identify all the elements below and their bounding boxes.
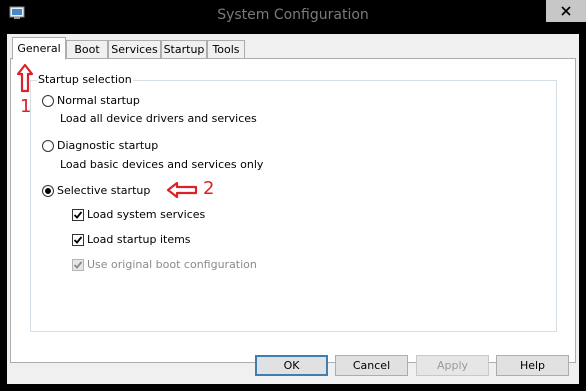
selective-startup-label: Selective startup [57,184,151,197]
diagnostic-startup-description: Load basic devices and services only [60,158,264,171]
system-configuration-window: System Configuration General Boot Servic… [0,0,586,391]
radio-button-selected[interactable] [42,184,54,197]
radio-button[interactable] [42,94,54,107]
tab-label: Startup [163,43,205,56]
load-system-services-label: Load system services [87,208,206,221]
selective-startup-radio[interactable]: Selective startup [42,184,150,197]
radio-button[interactable] [42,139,54,152]
ok-button[interactable]: OK [255,355,328,376]
apply-button-label: Apply [436,359,469,372]
arrow-up-icon [16,63,34,93]
diagnostic-startup-label: Diagnostic startup [57,139,159,152]
checkbox[interactable] [72,208,84,221]
normal-startup-description: Load all device drivers and services [60,112,257,125]
cancel-button-label: Cancel [352,359,391,372]
tab-boot[interactable]: Boot [66,40,108,58]
help-button-label: Help [519,359,546,372]
apply-button: Apply [416,355,489,376]
tab-general[interactable]: General [12,37,66,60]
window-title: System Configuration [217,7,369,23]
normal-startup-radio[interactable]: Normal startup [42,94,140,107]
use-original-boot-configuration-checkbox: Use original boot configuration [72,258,257,271]
cancel-button[interactable]: Cancel [335,355,408,376]
load-system-services-checkbox[interactable]: Load system services [72,208,205,221]
tab-startup[interactable]: Startup [161,40,207,58]
annotation-marker-2: 2 [203,178,215,199]
checkmark-icon [73,210,83,219]
checkbox-disabled [72,258,84,271]
arrow-left-icon [166,181,198,199]
checkbox[interactable] [72,233,84,246]
load-startup-items-checkbox[interactable]: Load startup items [72,233,191,246]
help-button[interactable]: Help [496,355,569,376]
annotation-marker-1: 1 [20,96,32,117]
tab-label: Boot [74,43,100,56]
startup-selection-legend: Startup selection [37,73,133,86]
title-bar[interactable]: System Configuration [0,0,586,34]
tab-label: General [17,42,61,55]
checkmark-icon [73,235,83,244]
diagnostic-startup-radio[interactable]: Diagnostic startup [42,139,158,152]
close-icon [561,6,571,16]
tab-label: Tools [212,43,240,56]
use-original-boot-configuration-label: Use original boot configuration [87,258,257,271]
load-startup-items-label: Load startup items [87,233,191,246]
dialog-client-area: General Boot Services Startup Tools Star… [7,34,579,384]
normal-startup-label: Normal startup [57,94,140,107]
tab-tools[interactable]: Tools [207,40,245,58]
ok-button-label: OK [283,359,300,372]
tab-services[interactable]: Services [108,40,161,58]
checkmark-icon [73,260,83,269]
tab-label: Services [111,43,158,56]
close-button[interactable] [546,0,586,22]
